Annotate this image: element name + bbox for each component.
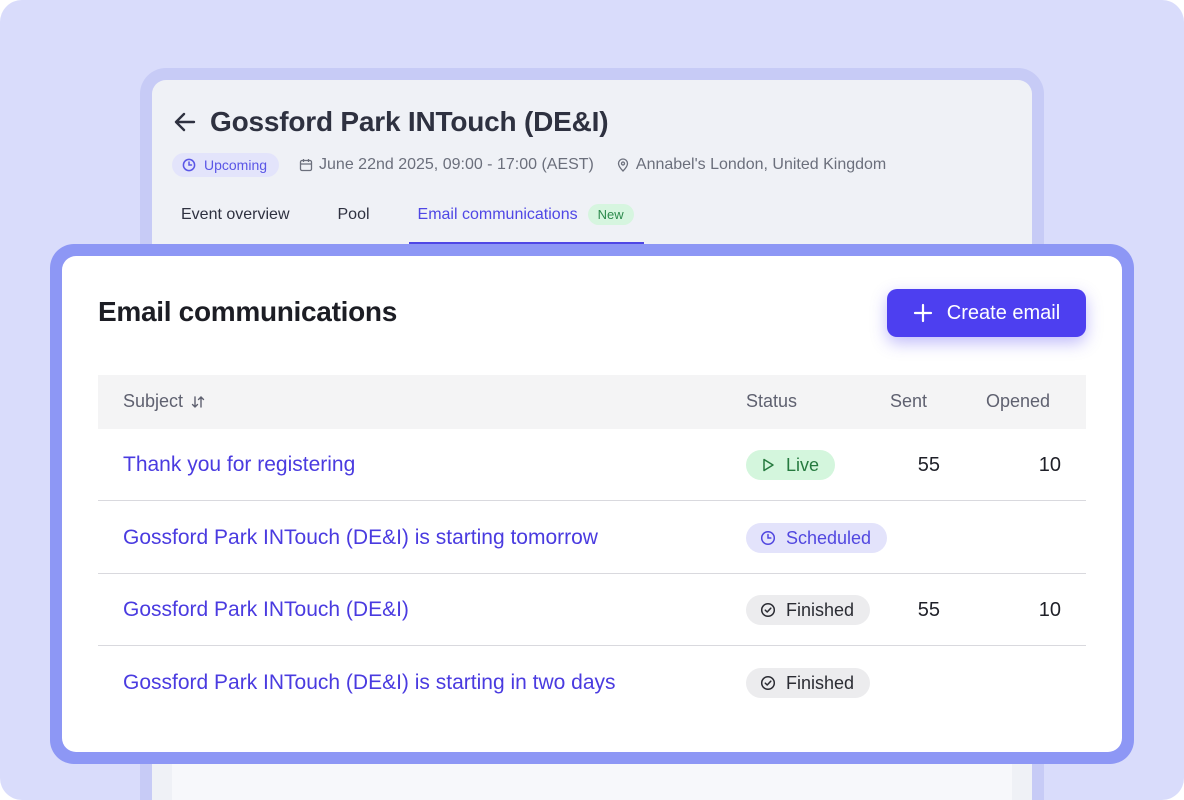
table-row: Gossford Park INTouch (DE&I) is starting… [98,647,1086,719]
calendar-icon [299,159,313,172]
clock-icon [182,158,196,172]
table-row: Gossford Park INTouch (DE&I) is starting… [98,502,1086,574]
clock-icon [760,530,776,546]
table-header: Subject Status Sent Opened [98,375,1086,429]
tab-event-overview[interactable]: Event overview [172,196,299,244]
event-header: Gossford Park INTouch (DE&I) [172,104,609,140]
backdrop: Gossford Park INTouch (DE&I) Upcoming Ju… [0,0,1184,800]
status-badge: Finished [746,595,871,625]
email-subject-link[interactable]: Gossford Park INTouch (DE&I) is starting… [123,671,616,695]
sent-count: 55 [917,599,940,621]
column-label: Subject [123,391,184,411]
tab-label: Pool [337,206,370,223]
status-label: Finished [786,599,855,620]
back-arrow-icon[interactable] [172,109,198,135]
table-row: Gossford Park INTouch (DE&I) Finished 55… [98,574,1086,646]
column-subject[interactable]: Subject [123,391,205,412]
location-pin-icon [617,158,629,172]
email-subject-link[interactable]: Gossford Park INTouch (DE&I) is starting… [123,526,598,550]
status-badge: Finished [746,668,871,698]
column-status: Status [746,391,798,411]
table-row: Thank you for registering Live 55 10 [98,429,1086,501]
tab-email-communications[interactable]: Email communications New [408,196,644,244]
upcoming-label: Upcoming [204,157,268,173]
plus-icon [913,303,932,323]
tab-pool[interactable]: Pool [329,196,379,244]
event-meta: Upcoming June 22nd 2025, 09:00 - 17:00 (… [172,152,908,178]
opened-count: 10 [1038,599,1061,621]
new-badge: New [587,204,634,225]
column-sent: Sent [890,391,928,411]
upcoming-badge: Upcoming [172,153,280,177]
email-subject-link[interactable]: Thank you for registering [123,453,355,477]
event-title: Gossford Park INTouch (DE&I) [210,106,609,137]
sent-count: 55 [917,454,940,476]
status-label: Live [786,454,820,475]
event-window-content [172,760,1012,800]
sort-icon[interactable] [191,395,205,409]
email-subject-link[interactable]: Gossford Park INTouch (DE&I) [123,598,409,622]
status-badge: Live [746,450,836,480]
tab-label: Email communications [417,206,578,223]
event-tabs: Event overview Pool Email communications… [172,196,644,244]
column-opened: Opened [986,391,1051,411]
event-date: June 22nd 2025, 09:00 - 17:00 (AEST) [299,156,594,174]
event-date-text: June 22nd 2025, 09:00 - 17:00 (AEST) [319,156,594,173]
create-email-label: Create email [946,301,1061,324]
status-label: Finished [786,672,855,693]
tab-label: Event overview [181,206,290,223]
check-circle-icon [760,675,776,691]
status-badge: Scheduled [746,523,888,553]
event-location: Annabel's London, United Kingdom [616,156,886,174]
panel-title: Email communications [98,296,397,327]
event-location-text: Annabel's London, United Kingdom [635,156,887,173]
play-icon [763,458,774,472]
check-circle-icon [760,602,776,618]
create-email-button[interactable]: Create email [887,289,1086,337]
opened-count: 10 [1038,454,1061,476]
status-label: Scheduled [786,527,872,548]
